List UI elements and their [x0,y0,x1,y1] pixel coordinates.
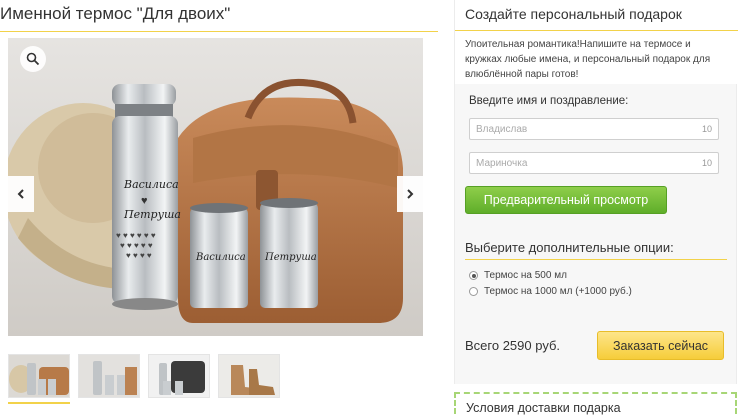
heart-icon: ♥ [141,195,148,207]
preview-button[interactable]: Предварительный просмотр [465,186,667,214]
hearts-pattern-icon: ♥ ♥ ♥ ♥ ♥ ♥ [116,231,156,240]
name-form-label: Введите имя и поздравление: [469,95,629,107]
cup-right-engraving: Петруша [264,252,317,263]
char-counter-1: 10 [701,124,712,134]
name-field-1[interactable]: 10 [469,118,719,140]
radio-500ml[interactable] [469,271,478,280]
thermos-engraving-top: Василиса [123,178,179,191]
product-gallery-section: Именной термос "Для двоих" Василиса Петр… [0,0,438,415]
thermos-engraving-bottom: Петруша [123,208,181,221]
option-500ml[interactable]: Термос на 500 мл [469,270,567,281]
name-field-2[interactable]: 10 [469,152,719,174]
thumbnail-strip [8,354,308,400]
options-divider [465,259,727,260]
main-photo[interactable]: Василиса Петруша ♥ ♥ ♥ ♥ ♥ ♥ ♥ ♥ ♥ ♥ ♥ ♥… [8,38,423,336]
magnifier-icon [26,52,40,66]
radio-1000ml[interactable] [469,287,478,296]
thumbnail-3[interactable] [148,354,210,398]
name-input-2[interactable] [470,153,690,174]
thumbnail-2[interactable] [78,354,140,398]
next-photo-button[interactable] [397,176,423,212]
options-title: Выберите дополнительные опции: [465,240,674,255]
thumbnail-1[interactable] [8,354,70,398]
active-thumbnail-indicator [8,402,70,404]
previous-photo-button[interactable] [8,176,34,212]
panel-header: Создайте персональный подарок [455,0,738,31]
option-1000ml-label: Термос на 1000 мл (+1000 руб.) [484,286,632,297]
product-photo: Василиса Петруша ♥ ♥ ♥ ♥ ♥ ♥ ♥ ♥ ♥ ♥ ♥ ♥… [8,38,423,336]
delivery-terms-box[interactable]: Условия доставки подарка [454,392,737,415]
panel-description: Упоительная романтика!Напишите на термос… [465,37,727,82]
chevron-right-icon [407,189,414,199]
name-input-1[interactable] [470,119,690,140]
char-counter-2: 10 [701,158,712,168]
svg-text:♥ ♥ ♥ ♥: ♥ ♥ ♥ ♥ [126,251,152,260]
product-title: Именной термос "Для двоих" [0,4,231,23]
total-price: Всего 2590 руб. [465,338,561,353]
option-500ml-label: Термос на 500 мл [484,270,567,281]
personalize-panel-section: Создайте персональный подарок Упоительна… [454,0,740,415]
thumbnail-4[interactable] [218,354,280,398]
delivery-title: Условия доставки подарка [466,401,621,415]
zoom-button[interactable] [20,46,46,72]
chevron-left-icon [17,189,24,199]
cup-left-engraving: Василиса [195,252,246,263]
panel-title: Создайте персональный подарок [465,6,682,22]
personalize-panel: Создайте персональный подарок Упоительна… [454,0,738,384]
order-now-button[interactable]: Заказать сейчас [597,331,724,360]
option-1000ml[interactable]: Термос на 1000 мл (+1000 руб.) [469,286,632,297]
title-divider [0,31,438,32]
svg-text:♥ ♥ ♥ ♥ ♥: ♥ ♥ ♥ ♥ ♥ [120,241,153,250]
